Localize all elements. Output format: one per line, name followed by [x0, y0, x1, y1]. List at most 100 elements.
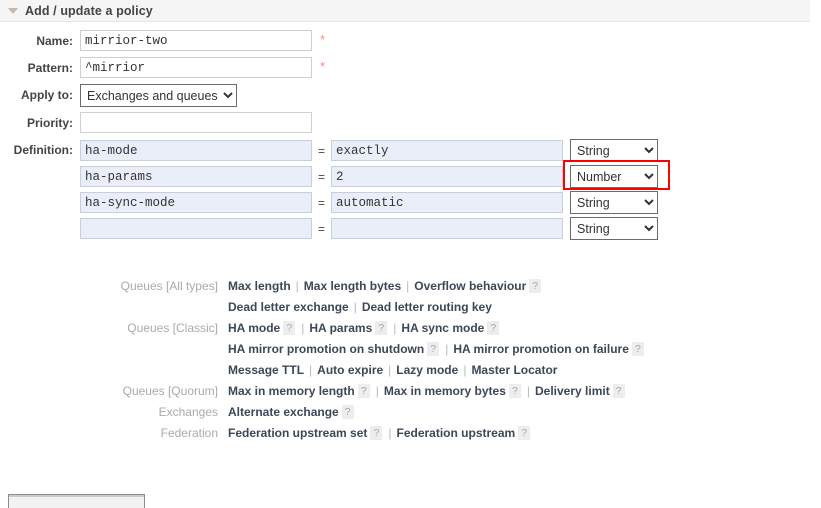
shortcut-link[interactable]: Auto expire: [317, 363, 383, 377]
shortcut-link[interactable]: Overflow behaviour: [414, 279, 526, 293]
shortcut-link-line: Message TTL | Auto expire | Lazy mode | Master…: [228, 360, 821, 381]
shortcut-category-label: Queues [All types]: [120, 279, 218, 293]
link-separator: |: [309, 363, 313, 377]
shortcut-link[interactable]: HA sync mode: [401, 321, 484, 335]
definition-equals: =: [318, 169, 326, 184]
help-icon[interactable]: ?: [375, 321, 388, 335]
shortcut-link-group: Max in memory length? | Max in memory byte…: [228, 381, 821, 402]
form-row-name: Name: *: [0, 30, 821, 52]
shortcut-link[interactable]: Max length: [228, 279, 291, 293]
shortcut-row: Federation Federation upstream set? | Feder…: [0, 423, 821, 444]
shortcut-link[interactable]: Alternate exchange: [228, 405, 339, 419]
help-icon[interactable]: ?: [518, 426, 531, 440]
definition-key-input[interactable]: [80, 140, 312, 161]
priority-input[interactable]: [80, 112, 312, 133]
definition-type-select[interactable]: String: [570, 139, 659, 162]
form-row-pattern: Pattern: *: [0, 57, 821, 79]
shortcut-category-label: Exchanges: [158, 405, 218, 419]
definition-row: = Number: [80, 160, 671, 191]
policy-form: Name: * Pattern: * Apply to: Exchanges a…: [0, 30, 821, 245]
shortcut-link[interactable]: Dead letter routing key: [362, 300, 492, 314]
policy-shortcuts: Queues [All types] Max length | Max length …: [0, 276, 821, 444]
pattern-input[interactable]: [80, 57, 312, 78]
help-icon[interactable]: ?: [487, 321, 500, 335]
link-separator: |: [463, 363, 467, 377]
submit-button-partial[interactable]: [8, 494, 145, 508]
apply-to-select[interactable]: Exchanges and queues: [80, 84, 237, 107]
definition-row: = String: [80, 139, 659, 165]
definition-equals: =: [318, 143, 326, 158]
definition-value-input[interactable]: [331, 218, 564, 239]
definition-label: Definition:: [13, 143, 73, 157]
link-separator: |: [445, 342, 449, 356]
shortcut-link[interactable]: HA mirror promotion on failure: [453, 342, 629, 356]
help-icon[interactable]: ?: [427, 342, 440, 356]
name-required-marker: *: [320, 32, 326, 47]
help-icon[interactable]: ?: [370, 426, 383, 440]
definition-row: = String: [80, 191, 659, 217]
shortcut-row: Exchanges Alternate exchange?: [0, 402, 821, 423]
page-title: Add / update a policy: [25, 3, 153, 18]
link-separator: |: [526, 384, 530, 398]
link-separator: |: [353, 300, 357, 314]
definition-value-input[interactable]: [331, 166, 564, 187]
link-separator: |: [375, 384, 379, 398]
help-icon[interactable]: ?: [508, 384, 521, 398]
shortcut-link[interactable]: Master Locator: [471, 363, 557, 377]
help-icon[interactable]: ?: [529, 279, 542, 293]
shortcut-link[interactable]: Federation upstream set: [228, 426, 367, 440]
shortcut-link-line: Federation upstream set? | Federation upst…: [228, 423, 821, 444]
definition-key-input[interactable]: [80, 218, 312, 239]
shortcut-link[interactable]: Max in memory length: [228, 384, 355, 398]
definition-type-select[interactable]: String: [570, 217, 659, 240]
shortcut-category-label: Queues [Classic]: [127, 321, 218, 335]
shortcut-link-group: HA mode? | HA params? | HA sync mode? HA mirr…: [228, 318, 821, 381]
definition-type-select[interactable]: Number: [570, 165, 659, 188]
help-icon[interactable]: ?: [283, 321, 296, 335]
shortcut-link[interactable]: Dead letter exchange: [228, 300, 349, 314]
shortcut-link[interactable]: Max in memory bytes: [384, 384, 506, 398]
shortcut-category-label: Queues [Quorum]: [122, 384, 218, 398]
name-input[interactable]: [80, 30, 312, 51]
definition-key-input[interactable]: [80, 166, 312, 187]
definition-table: = String =: [80, 139, 671, 240]
shortcut-link[interactable]: HA mirror promotion on shutdown: [228, 342, 424, 356]
shortcut-link-line: Max length | Max length bytes | Overflow beh…: [228, 276, 821, 297]
link-separator: |: [388, 363, 392, 377]
shortcut-row: Queues [Classic] HA mode? | HA params? | HA s…: [0, 318, 821, 381]
definition-value-input[interactable]: [331, 140, 564, 161]
help-icon[interactable]: ?: [631, 342, 644, 356]
definition-key-input[interactable]: [80, 192, 312, 213]
shortcut-link-line: HA mode? | HA params? | HA sync mode?: [228, 318, 821, 339]
link-separator: |: [388, 426, 392, 440]
section-header[interactable]: Add / update a policy: [0, 0, 810, 22]
shortcut-link[interactable]: Max length bytes: [304, 279, 401, 293]
shortcut-row: Queues [All types] Max length | Max length …: [0, 276, 821, 318]
definition-block: = String =: [80, 139, 671, 240]
shortcut-link[interactable]: Delivery limit: [535, 384, 610, 398]
form-row-definition: Definition: = String: [0, 139, 821, 240]
shortcut-link-group: Max length | Max length bytes | Overflow beh…: [228, 276, 821, 318]
triangle-down-icon[interactable]: [8, 8, 18, 14]
definition-value-input[interactable]: [331, 192, 564, 213]
pattern-required-marker: *: [320, 59, 326, 74]
help-icon[interactable]: ?: [341, 405, 354, 419]
shortcut-link[interactable]: Federation upstream: [397, 426, 516, 440]
link-separator: |: [301, 321, 305, 335]
help-icon[interactable]: ?: [612, 384, 625, 398]
definition-type-select[interactable]: String: [570, 191, 659, 214]
shortcut-link[interactable]: Message TTL: [228, 363, 304, 377]
shortcut-category-label: Federation: [160, 426, 218, 440]
form-row-apply-to: Apply to: Exchanges and queues: [0, 84, 821, 107]
help-icon[interactable]: ?: [357, 384, 370, 398]
definition-equals: =: [318, 221, 326, 236]
name-label: Name:: [36, 34, 73, 48]
shortcut-link-line: Alternate exchange?: [228, 402, 821, 423]
shortcut-link[interactable]: HA params: [309, 321, 372, 335]
link-separator: |: [295, 279, 299, 293]
shortcut-link[interactable]: HA mode: [228, 321, 280, 335]
form-row-priority: Priority:: [0, 112, 821, 134]
priority-label: Priority:: [26, 116, 73, 130]
shortcut-link[interactable]: Lazy mode: [396, 363, 458, 377]
pattern-label: Pattern:: [27, 61, 73, 75]
